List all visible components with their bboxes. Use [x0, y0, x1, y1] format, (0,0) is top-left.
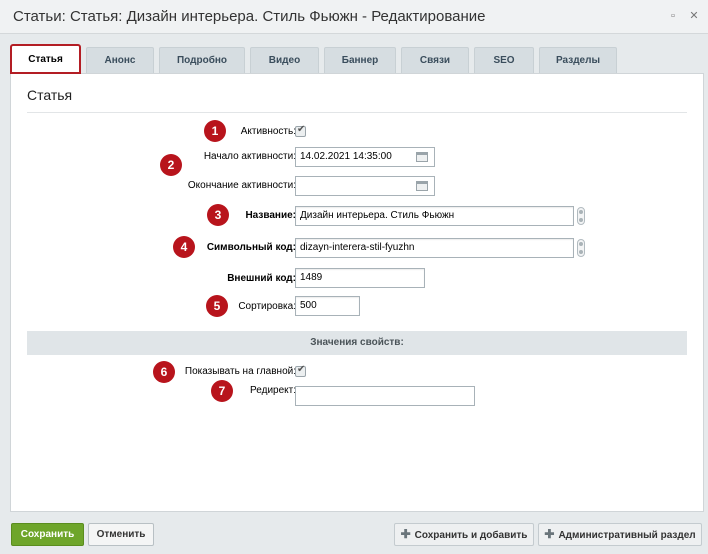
section-divider: [27, 112, 687, 113]
xml-id-label: Внешний код:: [227, 273, 296, 284]
active-from-value: 14.02.2021 14:35:00: [300, 151, 392, 162]
checkmark-icon: ✔: [297, 124, 306, 135]
redirect-input[interactable]: [295, 386, 475, 406]
minimize-icon[interactable]: ▫: [667, 10, 679, 22]
plus-icon: ✚: [400, 527, 411, 541]
admin-section-button[interactable]: ✚ Административный раздел: [538, 523, 702, 546]
window-titlebar: Статьи: Статья: Дизайн интерьера. Стиль …: [0, 0, 708, 34]
calendar-icon[interactable]: [416, 181, 428, 191]
xml-id-value: 1489: [300, 272, 323, 283]
annotation-badge-5: 5: [206, 295, 228, 317]
active-from-input[interactable]: 14.02.2021 14:35:00: [295, 147, 435, 167]
save-button[interactable]: Сохранить: [11, 523, 84, 546]
code-input[interactable]: dizayn-interera-stil-fyuzhn: [295, 238, 574, 258]
name-label: Название:: [245, 210, 296, 221]
active-to-input[interactable]: [295, 176, 435, 196]
sort-input[interactable]: 500: [295, 296, 360, 316]
active-label: Активность:: [240, 126, 296, 137]
close-icon[interactable]: ✕: [688, 10, 700, 22]
show-main-checkbox[interactable]: ✔: [295, 364, 306, 377]
edit-panel: Статья 1 Активность: ✔ 2 Начало активнос…: [10, 73, 704, 512]
annotation-badge-4: 4: [173, 236, 195, 258]
annotation-badge-1: 1: [204, 120, 226, 142]
tab-sections[interactable]: Разделы: [539, 47, 617, 73]
tab-links[interactable]: Связи: [401, 47, 469, 73]
xml-id-input[interactable]: 1489: [295, 268, 425, 288]
name-input[interactable]: Дизайн интерьера. Стиль Фьюжн: [295, 206, 574, 226]
properties-header: Значения свойств:: [27, 331, 687, 355]
active-checkbox[interactable]: ✔: [295, 124, 306, 137]
admin-section-label: Административный раздел: [558, 530, 696, 541]
save-and-add-label: Сохранить и добавить: [414, 530, 528, 541]
calendar-icon[interactable]: [416, 152, 428, 162]
show-main-label: Показывать на главной:: [184, 366, 296, 377]
window-title: Статьи: Статья: Дизайн интерьера. Стиль …: [13, 8, 486, 25]
section-title: Статья: [27, 87, 73, 103]
redirect-label: Редирект:: [250, 385, 296, 396]
active-from-label: Начало активности:: [203, 151, 296, 162]
tab-article[interactable]: Статья: [10, 44, 81, 74]
active-to-label: Окончание активности:: [187, 180, 296, 191]
sort-label: Сортировка:: [238, 301, 296, 312]
tab-seo[interactable]: SEO: [474, 47, 534, 73]
code-value: dizayn-interera-stil-fyuzhn: [300, 242, 415, 253]
annotation-badge-6: 6: [153, 361, 175, 383]
annotation-badge-3: 3: [207, 204, 229, 226]
sort-value: 500: [300, 300, 317, 311]
checkmark-icon: ✔: [297, 364, 306, 375]
save-and-add-button[interactable]: ✚ Сохранить и добавить: [394, 523, 534, 546]
tab-details[interactable]: Подробно: [159, 47, 245, 73]
code-translit-toggle-icon[interactable]: [577, 239, 585, 257]
tab-video[interactable]: Видео: [250, 47, 319, 73]
cancel-button[interactable]: Отменить: [88, 523, 154, 546]
annotation-badge-2: 2: [160, 154, 182, 176]
tab-announce[interactable]: Анонс: [86, 47, 154, 73]
plus-icon: ✚: [544, 527, 555, 541]
tab-banner[interactable]: Баннер: [324, 47, 396, 73]
annotation-badge-7: 7: [211, 380, 233, 402]
code-label: Символьный код:: [206, 242, 296, 253]
name-translit-toggle-icon[interactable]: [577, 207, 585, 225]
name-value: Дизайн интерьера. Стиль Фьюжн: [300, 210, 455, 221]
